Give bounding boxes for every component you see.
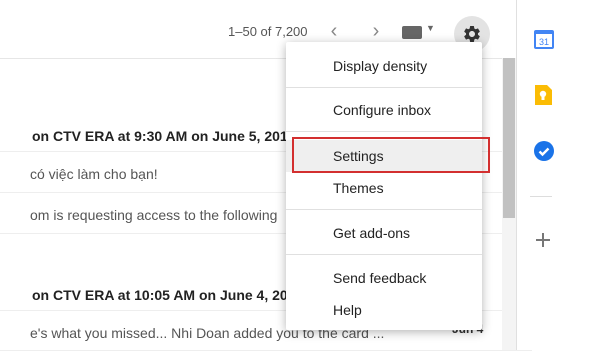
menu-divider (286, 209, 482, 210)
scrollbar-thumb[interactable] (503, 58, 515, 218)
menu-item-configure-inbox[interactable]: Configure inbox (286, 94, 482, 126)
menu-item-themes[interactable]: Themes (286, 172, 482, 204)
menu-divider (286, 87, 482, 88)
calendar-icon[interactable]: 31 (533, 28, 555, 50)
keep-icon[interactable] (533, 84, 553, 106)
chevron-down-icon[interactable]: ▼ (426, 23, 435, 33)
menu-item-display-density[interactable]: Display density (286, 50, 482, 82)
highlight-box (292, 137, 490, 173)
menu-divider (286, 131, 482, 132)
menu-item-send-feedback[interactable]: Send feedback (286, 262, 482, 294)
keyboard-icon[interactable] (402, 26, 422, 39)
tasks-icon[interactable] (533, 140, 555, 162)
gear-icon (464, 25, 480, 42)
side-panel-divider (530, 196, 552, 197)
menu-item-get-add-ons[interactable]: Get add-ons (286, 217, 482, 249)
chevron-right-icon[interactable]: › (366, 21, 386, 43)
calendar-day-label: 31 (539, 37, 549, 47)
menu-item-help[interactable]: Help (286, 294, 482, 326)
pagination-label: 1–50 of 7,200 (228, 24, 308, 39)
chevron-left-icon[interactable]: ‹ (324, 21, 344, 43)
plus-icon[interactable] (533, 230, 553, 250)
menu-divider (286, 254, 482, 255)
settings-menu: Display density Configure inbox Settings… (286, 42, 482, 330)
side-panel (516, 0, 600, 350)
